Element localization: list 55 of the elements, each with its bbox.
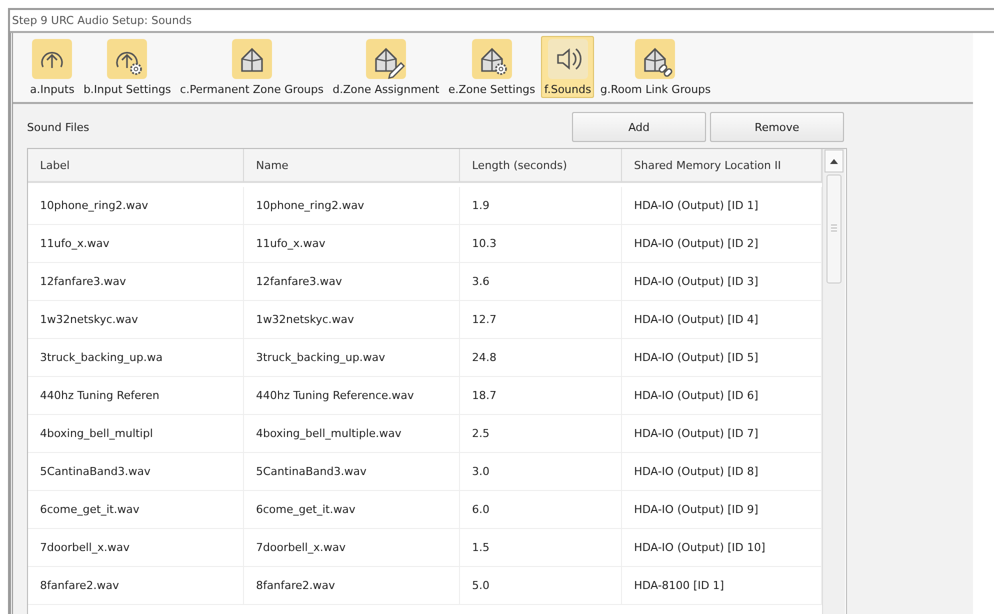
toolbar-tab[interactable]: d.Zone Assignment bbox=[330, 36, 442, 98]
table-cell: 8fanfare2.wav bbox=[28, 567, 244, 605]
table-cell: 5CantinaBand3.wav bbox=[28, 453, 244, 491]
table-cell: 10phone_ring2.wav bbox=[28, 187, 244, 225]
toolbar-tab[interactable]: g.Room Link Groups bbox=[597, 36, 714, 98]
table-cell: 440hz Tuning Referen bbox=[28, 377, 244, 415]
add-button[interactable]: Add bbox=[572, 112, 706, 142]
table-cell: 6come_get_it.wav bbox=[244, 491, 460, 529]
house-pencil-icon bbox=[366, 39, 406, 79]
panel-title: Sound Files bbox=[27, 120, 90, 134]
column-header[interactable]: Name bbox=[244, 149, 460, 183]
table-cell: 6come_get_it.wav bbox=[28, 491, 244, 529]
house-link-icon bbox=[635, 39, 676, 79]
table-cell: 11ufo_x.wav bbox=[28, 225, 244, 263]
table-cell: 4boxing_bell_multipl bbox=[28, 415, 244, 453]
table-cell: 5.0 bbox=[460, 567, 622, 605]
table-cell: 2.5 bbox=[460, 415, 622, 453]
table-cell: 12fanfare3.wav bbox=[244, 263, 460, 301]
table-cell: 3.6 bbox=[460, 263, 622, 301]
table-cell: 12fanfare3.wav bbox=[28, 263, 244, 301]
table-cell: 3truck_backing_up.wa bbox=[28, 339, 244, 377]
column-header[interactable]: Shared Memory Location II bbox=[622, 149, 822, 183]
house-settings-icon bbox=[472, 39, 512, 79]
upload-settings-icon bbox=[107, 39, 148, 79]
toolbar-tab[interactable]: f.Sounds bbox=[541, 36, 594, 98]
table-cell: 10phone_ring2.wav bbox=[244, 187, 460, 225]
table-cell: 1.5 bbox=[460, 529, 622, 567]
table-cell: 3truck_backing_up.wav bbox=[244, 339, 460, 377]
table-cell: 11ufo_x.wav bbox=[244, 225, 460, 263]
column-header[interactable]: Length (seconds) bbox=[460, 149, 622, 183]
table-cell: 440hz Tuning Reference.wav bbox=[244, 377, 460, 415]
upload-icon bbox=[32, 39, 72, 79]
toolbar-tab[interactable]: a.Inputs bbox=[27, 36, 78, 98]
table-cell: 18.7 bbox=[460, 377, 622, 415]
column-header[interactable]: Label bbox=[28, 149, 244, 183]
table-cell: 12.7 bbox=[460, 301, 622, 339]
table-cell: 6.0 bbox=[460, 491, 622, 529]
toolbar-tab[interactable]: b.Input Settings bbox=[80, 36, 174, 98]
house-icon bbox=[232, 39, 272, 79]
toolbar-tab[interactable]: e.Zone Settings bbox=[445, 36, 538, 98]
table-cell: 5CantinaBand3.wav bbox=[244, 453, 460, 491]
table-cell: 3.0 bbox=[460, 453, 622, 491]
table-cell: 4boxing_bell_multiple.wav bbox=[244, 415, 460, 453]
table-cell: 7doorbell_x.wav bbox=[28, 529, 244, 567]
speaker-icon bbox=[548, 39, 588, 79]
table-cell: 8fanfare2.wav bbox=[244, 567, 460, 605]
table-cell: 7doorbell_x.wav bbox=[244, 529, 460, 567]
table-cell: 10.3 bbox=[460, 225, 622, 263]
table-cell: 1.9 bbox=[460, 187, 622, 225]
window-title: Step 9 URC Audio Setup: Sounds bbox=[10, 10, 994, 33]
remove-button[interactable]: Remove bbox=[710, 112, 844, 142]
table-cell: 24.8 bbox=[460, 339, 622, 377]
table-cell: 1w32netskyc.wav bbox=[28, 301, 244, 339]
table-cell: 1w32netskyc.wav bbox=[244, 301, 460, 339]
toolbar-tab[interactable]: c.Permanent Zone Groups bbox=[177, 36, 327, 98]
